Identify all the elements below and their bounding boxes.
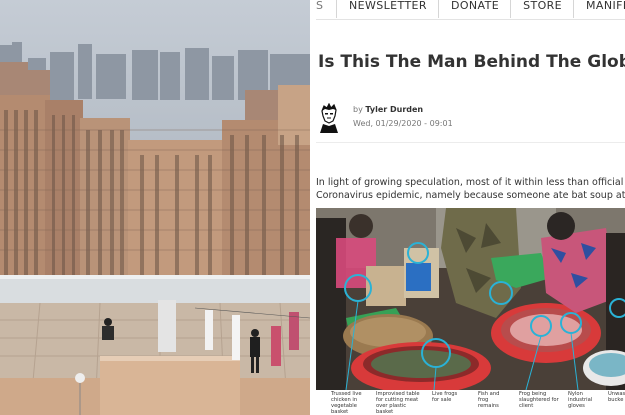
caption-slaughter: Frog being slaughtered for client	[519, 391, 559, 409]
wet-market-photo	[316, 208, 625, 390]
byline-divider	[316, 142, 625, 143]
photo-captions: Trussed live chicken in vegetable basket…	[316, 390, 625, 415]
byline-author-line: by Tyler Durden	[353, 105, 423, 114]
nav-item-newsletter[interactable]: NEWSLETTER	[336, 0, 438, 18]
city-rooftop-photo	[0, 0, 310, 415]
article-body-line: Coronavirus epidemic, namely because som…	[316, 190, 625, 201]
author-link[interactable]: Tyler Durden	[365, 105, 423, 114]
article-body-line: In light of growing speculation, most of…	[316, 177, 625, 188]
byline-prefix: by	[353, 105, 363, 114]
caption-table: Improvised table for cutting meat over p…	[376, 391, 420, 415]
caption-chicken: Trussed live chicken in vegetable basket	[331, 391, 362, 415]
nav-item-donate[interactable]: DONATE	[437, 0, 510, 18]
caption-bucket: Unwas bucke	[608, 391, 625, 403]
nav-item-manifesto[interactable]: MANIFESTO	[573, 0, 625, 18]
article-panel: S NEWSLETTER DONATE STORE MANIFESTO Is T…	[316, 0, 625, 415]
nav-item-partial[interactable]: S	[316, 0, 336, 18]
tyler-durden-avatar-icon[interactable]	[318, 103, 340, 133]
caption-remains: Fish and frog remains	[478, 391, 500, 409]
caption-frogs: Live frogs for sale	[432, 391, 458, 403]
nav-item-store[interactable]: STORE	[510, 0, 573, 18]
publish-date: Wed, 01/29/2020 - 09:01	[353, 119, 453, 128]
nav-divider	[316, 19, 625, 20]
top-navigation: S NEWSLETTER DONATE STORE MANIFESTO	[316, 0, 625, 18]
byline: by Tyler Durden Wed, 01/29/2020 - 09:01	[316, 100, 625, 138]
article-headline[interactable]: Is This The Man Behind The Global C	[318, 52, 625, 72]
caption-gloves: Nylon industrial gloves	[568, 391, 593, 409]
article-body: In light of growing speculation, most of…	[316, 176, 625, 202]
